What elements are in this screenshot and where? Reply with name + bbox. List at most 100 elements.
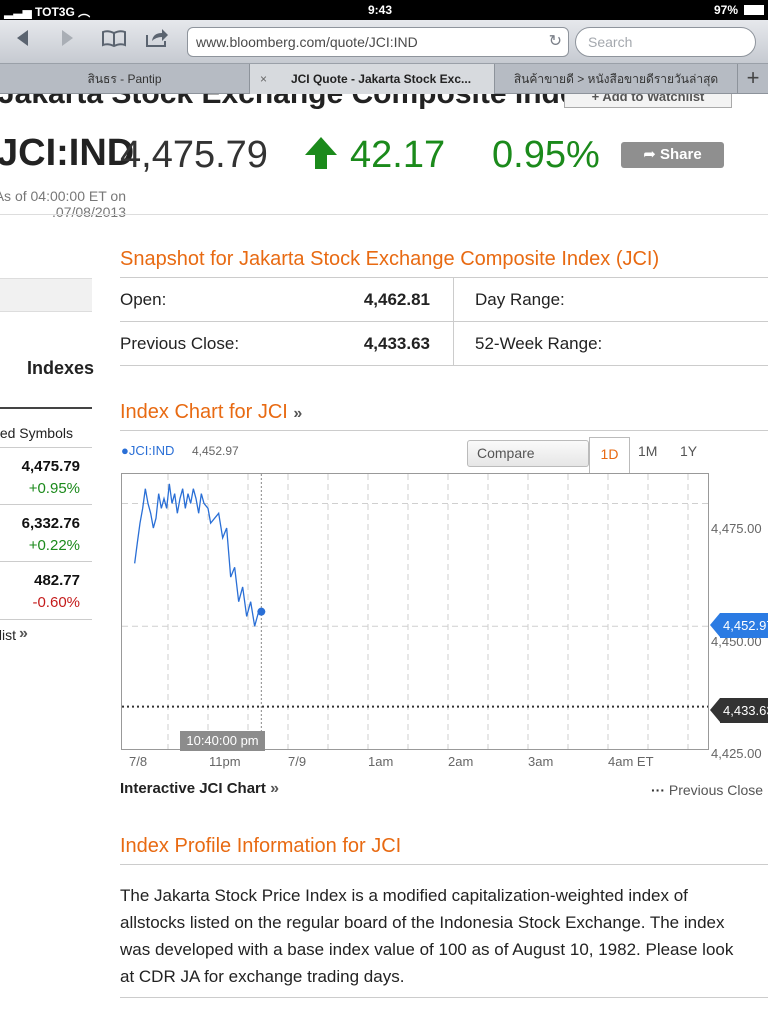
crosshair-time-label: 10:40:00 pm — [180, 731, 265, 751]
range-1m-button[interactable]: 1M — [638, 443, 657, 459]
up-arrow-icon — [305, 137, 337, 169]
forward-arrow-icon — [62, 30, 73, 46]
x-tick-label: 1am — [368, 754, 394, 769]
divider — [120, 864, 768, 865]
chevron-right-icon: » — [19, 625, 28, 642]
divider — [0, 447, 92, 448]
divider — [0, 561, 92, 562]
status-bar: ▂▃▅ TOT3G ︵ 9:43 97% — [0, 0, 768, 20]
open-label: Open: — [120, 290, 167, 309]
x-tick-label: 11pm — [209, 754, 241, 769]
tab-strip: สินธร - Pantip × JCI Quote - Jakarta Sto… — [0, 64, 768, 94]
watch-value[interactable]: 482.77 — [0, 572, 80, 589]
chart-legend-symbol[interactable]: ●JCI:IND — [121, 443, 174, 458]
chevron-right-icon: » — [293, 405, 303, 422]
divider — [0, 214, 768, 215]
indexes-heading: Indexes — [26, 358, 94, 378]
legend-dot-icon: ● — [121, 443, 129, 458]
day-range-label: Day Range: — [475, 290, 565, 309]
tab-pantip[interactable]: สินธร - Pantip — [0, 64, 250, 94]
tab-bestseller[interactable]: สินค้าขายดี > หนังสือขายดีรายวันล่าสุด — [495, 64, 738, 94]
previous-close-legend: ··· Previous Close — [651, 782, 763, 798]
range-1y-button[interactable]: 1Y — [680, 443, 697, 459]
watch-change: +0.95% — [28, 480, 80, 497]
index-chart-heading[interactable]: Index Chart for JCI » — [120, 401, 302, 424]
current-price-tag: 4,452.97 — [710, 613, 768, 638]
bookmarks-button[interactable] — [97, 26, 131, 56]
divider — [0, 407, 92, 409]
divider — [453, 322, 454, 366]
chevron-right-icon: » — [270, 780, 279, 797]
previous-close-label: Previous Close — [668, 782, 764, 798]
chart-title: Index Chart for JCI — [120, 401, 288, 423]
new-tab-button[interactable]: + — [738, 64, 768, 94]
percent-change: 0.95% — [492, 134, 600, 176]
prev-close-value: 4,433.63 — [363, 334, 430, 353]
chart-plot-area[interactable] — [121, 473, 709, 750]
share-button[interactable]: ➦ Share — [621, 142, 724, 168]
carrier: ▂▃▅ TOT3G ︵ — [4, 5, 91, 19]
previous-close-tag: 4,433.63 — [710, 698, 768, 723]
url-bar[interactable]: www.bloomberg.com/quote/JCI:IND ↻ — [187, 27, 569, 57]
x-tick-label: 3am — [528, 754, 554, 769]
share-action-button[interactable] — [140, 26, 174, 56]
watch-value[interactable]: 4,475.79 — [0, 458, 80, 475]
dotted-line-icon: ··· — [651, 782, 665, 798]
range-1d-button[interactable]: 1D — [589, 437, 630, 474]
back-arrow-icon — [17, 30, 28, 46]
watch-value[interactable]: 6,332.76 — [0, 515, 80, 532]
watched-symbols-header: Watched Symbols — [0, 425, 73, 441]
snapshot-table: Open: 4,462.81 Day Range: Previous Close… — [120, 277, 768, 366]
back-button[interactable] — [6, 26, 40, 56]
interactive-chart-label: Interactive JCI Chart — [120, 780, 266, 797]
battery-icon — [744, 5, 764, 15]
y-tick-label: 4,425.00 — [711, 746, 762, 761]
last-point-marker — [257, 607, 266, 616]
chart-legend-value: 4,452.97 — [192, 444, 239, 458]
tab-jci-quote[interactable]: × JCI Quote - Jakarta Stock Exc... — [250, 64, 495, 94]
ticker-symbol: JCI:IND — [0, 132, 135, 174]
interactive-chart-link[interactable]: Interactive JCI Chart » — [120, 780, 279, 798]
snapshot-row: Previous Close: 4,433.63 52-Week Range: — [120, 322, 768, 366]
page-title-row: Jakarta Stock Exchange Composite Index +… — [0, 94, 768, 112]
divider — [0, 619, 92, 620]
divider — [453, 278, 454, 322]
share-label: Share — [660, 146, 702, 163]
y-tick-label: 4,475.00 — [711, 521, 762, 536]
snapshot-row: Open: 4,462.81 Day Range: — [120, 278, 768, 322]
clock: 9:43 — [368, 3, 393, 17]
search-input[interactable]: Search — [575, 27, 756, 57]
price-change: 42.17 — [350, 134, 446, 176]
share-arrow-icon — [146, 29, 168, 47]
x-tick-label: 2am — [448, 754, 474, 769]
search-placeholder: Search — [588, 34, 633, 50]
divider — [0, 504, 92, 505]
view-watchlist-link[interactable]: View Watchlist — [0, 627, 16, 643]
tab-label: สินธร - Pantip — [87, 72, 162, 86]
book-icon — [102, 30, 126, 48]
wifi-icon: ︵ — [78, 5, 91, 19]
divider — [120, 430, 768, 431]
page-title: Jakarta Stock Exchange Composite Index — [0, 94, 593, 111]
watch-change: +0.22% — [28, 537, 80, 554]
price-chart[interactable] — [122, 474, 708, 749]
battery-level: 97% — [714, 3, 739, 17]
prev-close-label: Previous Close: — [120, 334, 240, 353]
snapshot-title: Snapshot for Jakarta Stock Exchange Comp… — [120, 248, 660, 270]
compare-input[interactable]: Compare — [467, 440, 589, 467]
profile-heading: Index Profile Information for JCI — [120, 835, 402, 857]
url-text: www.bloomberg.com/quote/JCI:IND — [196, 34, 418, 50]
x-tick-label: 7/8 — [129, 754, 148, 769]
add-to-watchlist-button[interactable]: + Add to Watchlist — [564, 94, 732, 108]
x-tick-label: 4am ET — [608, 754, 654, 769]
share-icon: ➦ — [643, 146, 661, 163]
tab-label: JCI Quote - Jakarta Stock Exc... — [290, 72, 472, 86]
close-tab-icon[interactable]: × — [260, 64, 267, 94]
browser-toolbar: www.bloomberg.com/quote/JCI:IND ↻ Search — [0, 20, 768, 64]
reload-icon[interactable]: ↻ — [549, 28, 562, 56]
watch-change: -0.60% — [32, 594, 80, 611]
divider — [120, 997, 768, 998]
tab-label: สินค้าขายดี > หนังสือขายดีรายวันล่าสุด — [513, 72, 719, 86]
left-search-box[interactable] — [0, 278, 92, 312]
forward-button[interactable] — [50, 26, 84, 56]
